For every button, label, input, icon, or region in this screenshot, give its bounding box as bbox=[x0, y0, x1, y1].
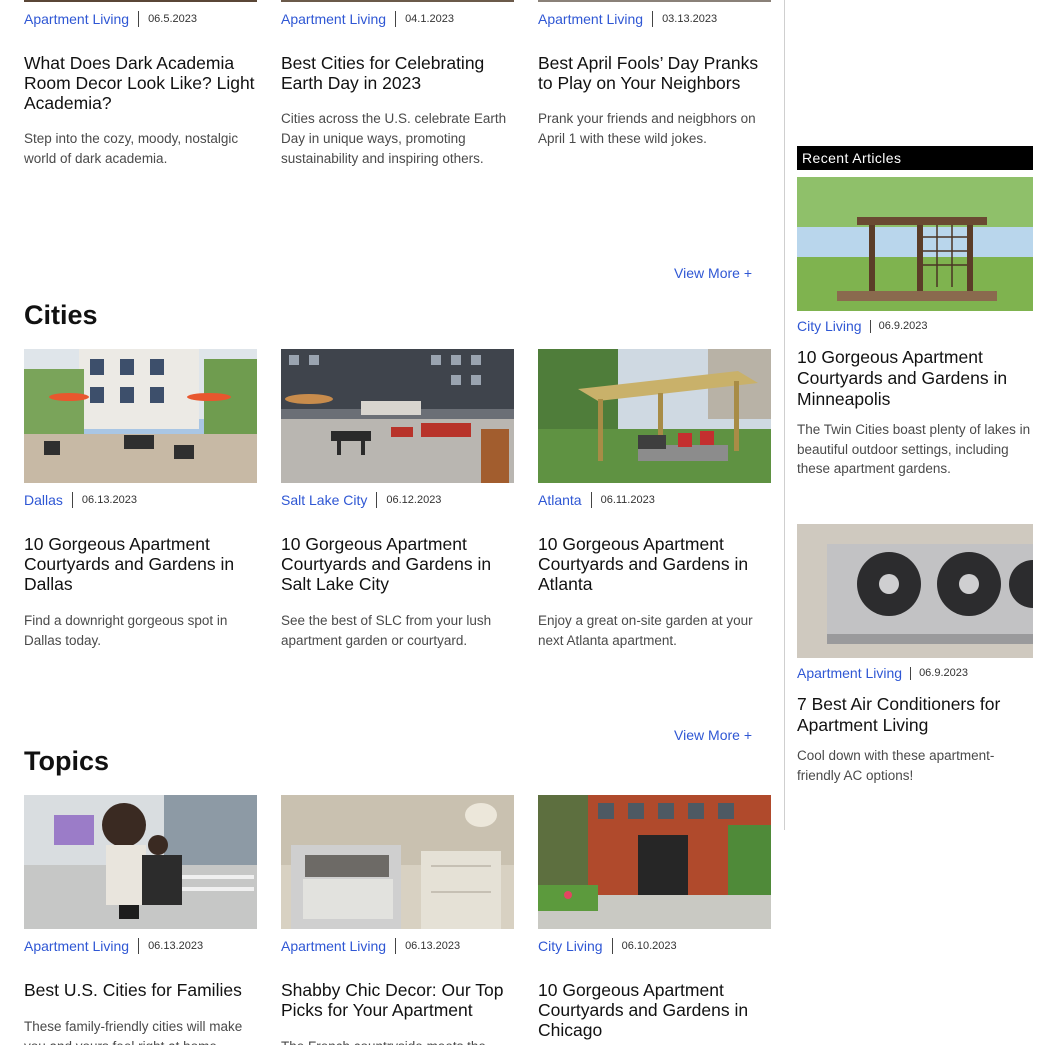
category-link[interactable]: Apartment Living bbox=[24, 11, 129, 27]
category-link[interactable]: Apartment Living bbox=[24, 938, 129, 954]
meta-divider bbox=[395, 11, 397, 27]
main-content: Apartment Living 06.5.2023 What Does Dar… bbox=[24, 0, 772, 1045]
article-image[interactable] bbox=[538, 795, 771, 929]
article-title[interactable]: Best Cities for Celebrating Earth Day in… bbox=[281, 53, 514, 93]
meta-divider bbox=[652, 11, 654, 27]
article-date: 06.12.2023 bbox=[386, 494, 442, 506]
article-date: 03.13.2023 bbox=[662, 13, 718, 25]
section-heading-topics: Topics bbox=[24, 746, 110, 776]
article-excerpt: See the best of SLC from your lush apart… bbox=[281, 613, 492, 648]
section-heading-cities: Cities bbox=[24, 300, 98, 330]
category-link[interactable]: Apartment Living bbox=[797, 665, 902, 681]
article-excerpt: Cities across the U.S. celebrate Earth D… bbox=[281, 111, 507, 166]
meta-divider bbox=[138, 938, 140, 954]
article-image[interactable] bbox=[281, 349, 514, 483]
meta-divider bbox=[869, 319, 871, 333]
article-excerpt: Find a downright gorgeous spot in Dallas… bbox=[24, 613, 228, 648]
article-title[interactable]: 10 Gorgeous Apartment Courtyards and Gar… bbox=[538, 534, 771, 594]
article-meta: City Living 06.9.2023 bbox=[797, 318, 928, 334]
article-date: 06.11.2023 bbox=[600, 494, 655, 506]
article-date: 06.10.2023 bbox=[621, 940, 677, 952]
article-meta: Apartment Living 06.5.2023 bbox=[24, 11, 197, 27]
category-link[interactable]: Dallas bbox=[24, 492, 63, 508]
category-link[interactable]: Apartment Living bbox=[281, 938, 386, 954]
article-meta: Apartment Living 06.9.2023 bbox=[797, 665, 968, 681]
meta-divider bbox=[910, 666, 912, 680]
category-link[interactable]: City Living bbox=[538, 938, 603, 954]
article-date: 06.5.2023 bbox=[148, 13, 197, 25]
meta-divider bbox=[590, 492, 592, 508]
article-meta: Atlanta 06.11.2023 bbox=[538, 492, 655, 508]
article-excerpt: The Twin Cities boast plenty of lakes in… bbox=[797, 422, 1031, 476]
view-more-link[interactable]: View More + bbox=[674, 727, 752, 743]
category-link[interactable]: Apartment Living bbox=[281, 11, 386, 27]
recent-articles-heading: Recent Articles bbox=[797, 146, 1033, 170]
article-image[interactable] bbox=[797, 177, 1033, 311]
article-image[interactable] bbox=[24, 795, 257, 929]
article-excerpt: Cool down with these apartment-friendly … bbox=[797, 748, 995, 783]
article-date: 06.13.2023 bbox=[148, 940, 204, 952]
article-meta: Salt Lake City 06.12.2023 bbox=[281, 492, 441, 508]
article-title[interactable]: 7 Best Air Conditioners for Apartment Li… bbox=[797, 694, 1033, 736]
article-excerpt: The French countryside meets the bbox=[281, 1037, 514, 1045]
article-title[interactable]: Best April Fools’ Day Pranks to Play on … bbox=[538, 53, 771, 93]
article-excerpt: Enjoy a great on-site garden at your nex… bbox=[538, 613, 753, 648]
article-meta: Apartment Living 03.13.2023 bbox=[538, 11, 717, 27]
sidebar: Recent Articles City Living 06.9.2023 10… bbox=[784, 0, 1045, 830]
category-link[interactable]: City Living bbox=[797, 318, 862, 334]
article-meta: Apartment Living 04.1.2023 bbox=[281, 11, 454, 27]
category-link[interactable]: Salt Lake City bbox=[281, 492, 367, 508]
article-title[interactable]: 10 Gorgeous Apartment Courtyards and Gar… bbox=[281, 534, 514, 594]
meta-divider bbox=[611, 938, 613, 954]
article-image[interactable] bbox=[24, 349, 257, 483]
article-meta: Apartment Living 06.13.2023 bbox=[24, 938, 203, 954]
article-date: 06.9.2023 bbox=[878, 320, 928, 332]
article-image-edge bbox=[24, 0, 257, 2]
article-excerpt: Step into the cozy, moody, nostalgic wor… bbox=[24, 131, 239, 166]
article-image-edge bbox=[538, 0, 771, 2]
article-title[interactable]: 10 Gorgeous Apartment Courtyards and Gar… bbox=[538, 980, 771, 1040]
meta-divider bbox=[71, 492, 73, 508]
article-date: 06.13.2023 bbox=[405, 940, 461, 952]
article-excerpt: These family-friendly cities will make y… bbox=[24, 1019, 243, 1045]
article-meta: Apartment Living 06.13.2023 bbox=[281, 938, 460, 954]
meta-divider bbox=[376, 492, 378, 508]
article-title[interactable]: Shabby Chic Decor: Our Top Picks for You… bbox=[281, 980, 514, 1020]
view-more-link[interactable]: View More + bbox=[674, 265, 752, 281]
article-meta: City Living 06.10.2023 bbox=[538, 938, 677, 954]
meta-divider bbox=[395, 938, 397, 954]
article-title[interactable]: 10 Gorgeous Apartment Courtyards and Gar… bbox=[797, 347, 1033, 410]
article-image[interactable] bbox=[538, 349, 771, 483]
category-link[interactable]: Atlanta bbox=[538, 492, 582, 508]
article-meta: Dallas 06.13.2023 bbox=[24, 492, 137, 508]
article-excerpt: Prank your friends and neigbhors on Apri… bbox=[538, 111, 756, 146]
article-date: 06.13.2023 bbox=[81, 494, 137, 506]
category-link[interactable]: Apartment Living bbox=[538, 11, 643, 27]
article-image[interactable] bbox=[797, 524, 1033, 658]
article-date: 06.9.2023 bbox=[919, 667, 968, 679]
article-image-edge bbox=[281, 0, 514, 2]
article-date: 04.1.2023 bbox=[405, 13, 454, 25]
article-title[interactable]: Best U.S. Cities for Families bbox=[24, 980, 257, 1000]
article-title[interactable]: 10 Gorgeous Apartment Courtyards and Gar… bbox=[24, 534, 257, 594]
article-image[interactable] bbox=[281, 795, 514, 929]
article-title[interactable]: What Does Dark Academia Room Decor Look … bbox=[24, 53, 257, 113]
meta-divider bbox=[138, 11, 140, 27]
